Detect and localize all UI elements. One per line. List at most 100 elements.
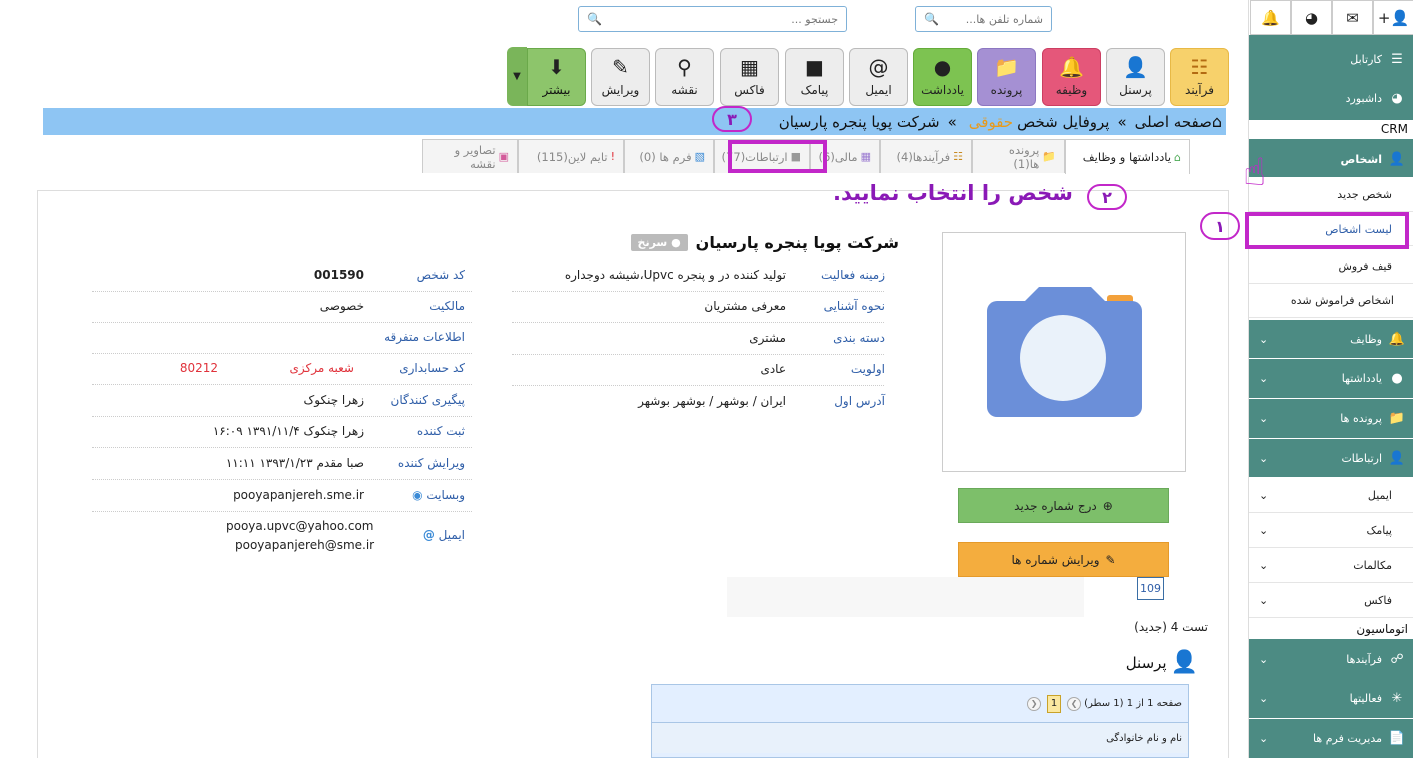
document-icon: ▧ [694,150,705,163]
phone-search-input[interactable] [942,12,1043,26]
divider [92,511,472,512]
toolbar-sms-button[interactable]: ■ پیامک [785,48,844,106]
field-label-category: دسته بندی [833,331,885,345]
tab-images-map[interactable]: ▣ تصاویر و نقشه [422,139,518,173]
phone-number-area [727,577,1084,617]
chat-icon: ● [933,55,952,79]
chevron-down-icon: ⌄ [1259,652,1269,666]
plus-circle-icon: ⊕ [1102,498,1113,513]
sidebar-item-sms[interactable]: پیامک ⌄ [1249,514,1413,548]
tab-processes[interactable]: ☷ فرآیندها(4) [880,139,972,173]
misc-info-link[interactable]: اطلاعات متفرقه [384,330,465,344]
email-link-1[interactable]: pooya.upvc@yahoo.com [226,519,373,533]
current-page[interactable]: 1 [1047,694,1062,713]
mail-icon[interactable]: ✉ [1332,0,1373,35]
toolbar-file-button[interactable]: 📁 پرونده [977,48,1036,106]
home-icon: ⌂ [1174,150,1181,164]
sidebar-item-email[interactable]: ایمیل ⌄ [1249,479,1413,513]
at-icon: @ [868,55,889,79]
field-label-accounting-code: کد حسابداری [399,361,465,375]
field-value-followers: زهرا چنکوک [303,393,365,407]
phone-number-link[interactable]: 109 [1137,577,1164,600]
sidebar-item-sales-funnel[interactable]: قیف فروش [1249,249,1413,284]
chevron-down-icon: ⌄ [1259,489,1269,502]
process-icon: ☍ [1390,651,1404,667]
field-label-priority: اولویت [850,362,885,376]
email-link-2[interactable]: pooyapanjereh@sme.ir [235,538,374,552]
field-value-ownership: خصوصی [319,299,364,313]
field-value-editor: صبا مقدم ۱۳۹۳/۱/۲۳ ۱۱:۱۱ [225,456,364,470]
grid-column-header-name[interactable]: نام و نام خانوادگی [652,723,1188,753]
annotation-step-1: ۱ [1200,212,1240,240]
field-value-branch: شعبه مرکزی [289,361,355,375]
sidebar-section-crm: CRM [1249,120,1413,138]
test-label: تست 4 (جدید) [1134,620,1208,634]
field-label-editor: ویرایش کننده [397,456,465,470]
sidebar-item-dashboard[interactable]: ◕ داشبورد [1249,82,1413,114]
sidebar-item-files[interactable]: 📁 پرونده ها ⌄ [1249,399,1413,438]
search-icon[interactable]: 🔍 [924,12,939,26]
tab-files[interactable]: 📁 پرونده ها(1) [972,139,1065,173]
add-user-icon: 👤 [1123,55,1148,79]
annotation-highlight-communications-tab [728,140,827,173]
toolbar-task-button[interactable]: 🔔 وظیفه [1042,48,1101,106]
toolbar-map-button[interactable]: ⚲ نقشه [655,48,714,106]
process-icon: ☷ [953,150,963,163]
breadcrumb-separator: » [947,112,957,131]
tab-forms[interactable]: ▧ فرم ها (0) [624,139,714,173]
website-link[interactable]: pooyapanjereh.sme.ir [233,488,364,502]
toolbar-more-dropdown[interactable]: ▼ [507,47,527,106]
toolbar-more-button[interactable]: ⬇ بیشتر [527,48,586,106]
list-icon: ☰ [1391,51,1403,67]
sidebar-item-activities[interactable]: ✳ فعالیتها ⌄ [1249,679,1413,718]
toolbar-note-button[interactable]: ● یادداشت [913,48,972,106]
sidebar-item-kartabl[interactable]: ☰ کارتابل [1249,43,1413,75]
toolbar-email-button[interactable]: @ ایمیل [849,48,908,106]
exclamation-icon: ! [610,150,615,163]
field-label-activity: زمینه فعالیت [821,268,885,282]
calculator-icon: ▦ [860,150,871,163]
folder-icon: 📁 [1388,411,1406,426]
toolbar-fax-button[interactable]: ▦ فاکس [720,48,779,106]
sidebar-item-new-person[interactable]: شخص جدید [1249,177,1413,212]
document-icon: 📄 [1388,731,1406,746]
dashboard-icon[interactable]: ◕ [1291,0,1332,35]
add-number-button[interactable]: ⊕ درج شماره جدید [958,488,1169,523]
search-box: 🔍 [578,6,847,32]
sidebar-item-forgotten-persons[interactable]: اشخاص فراموش شده [1249,284,1413,318]
next-page-icon[interactable]: ❯ [1067,696,1082,711]
sidebar-item-tasks[interactable]: 🔔 وظایف ⌄ [1249,320,1413,358]
sidebar-item-forms-management[interactable]: 📄 مدیریت فرم ها ⌄ [1249,719,1413,758]
toolbar-process-button[interactable]: ☷ فرآیند [1170,48,1229,106]
breadcrumb-type: حقوقی [968,112,1014,131]
divider [512,354,884,355]
sidebar-item-notes[interactable]: ● یادداشتها ⌄ [1249,359,1413,398]
divider [512,385,884,386]
sidebar-item-calls[interactable]: مکالمات ⌄ [1249,549,1413,583]
search-icon[interactable]: 🔍 [587,12,602,26]
field-label-followers: پیگیری کنندگان [390,393,465,407]
prev-page-icon[interactable]: ❮ [1027,696,1042,711]
tab-timeline[interactable]: ! تایم لاین(115) [518,139,624,173]
toolbar-personnel-button[interactable]: 👤 پرسنل [1106,48,1165,106]
home-icon[interactable]: ⌂ [1212,112,1222,131]
breadcrumb-home[interactable]: صفحه اصلی [1135,113,1212,131]
sidebar-item-processes[interactable]: ☍ فرآیندها ⌄ [1249,639,1413,679]
chevron-down-icon: ⌄ [1259,559,1269,572]
instruction-text: شخص را انتخاب نمایید. [833,181,1073,205]
sidebar-item-fax[interactable]: فاکس ⌄ [1249,584,1413,618]
sidebar-item-persons[interactable]: 👤 اشخاص [1249,139,1413,179]
divider [92,291,472,292]
divider [92,416,472,417]
toolbar-edit-button[interactable]: ✎ ویرایش [591,48,650,106]
tab-notes-tasks[interactable]: ⌂ یادداشتها و وظایف [1065,139,1190,174]
search-input[interactable] [605,12,838,26]
profile-photo[interactable] [942,232,1186,472]
edit-numbers-button[interactable]: ✎ ویرایش شماره ها [958,542,1169,577]
download-icon: ⬇ [548,55,565,79]
add-user-icon[interactable]: 👤+ [1373,0,1413,35]
sidebar: 👤+ ✉ ◕ 🔔 ☰ کارتابل ◕ داشبورد CRM 👤 اشخاص… [1248,0,1413,758]
sidebar-item-communications[interactable]: 👤 ارتباطات ⌄ [1249,439,1413,477]
map-pin-icon: ⚲ [677,55,692,79]
notification-bell-icon[interactable]: 🔔 [1250,0,1291,35]
